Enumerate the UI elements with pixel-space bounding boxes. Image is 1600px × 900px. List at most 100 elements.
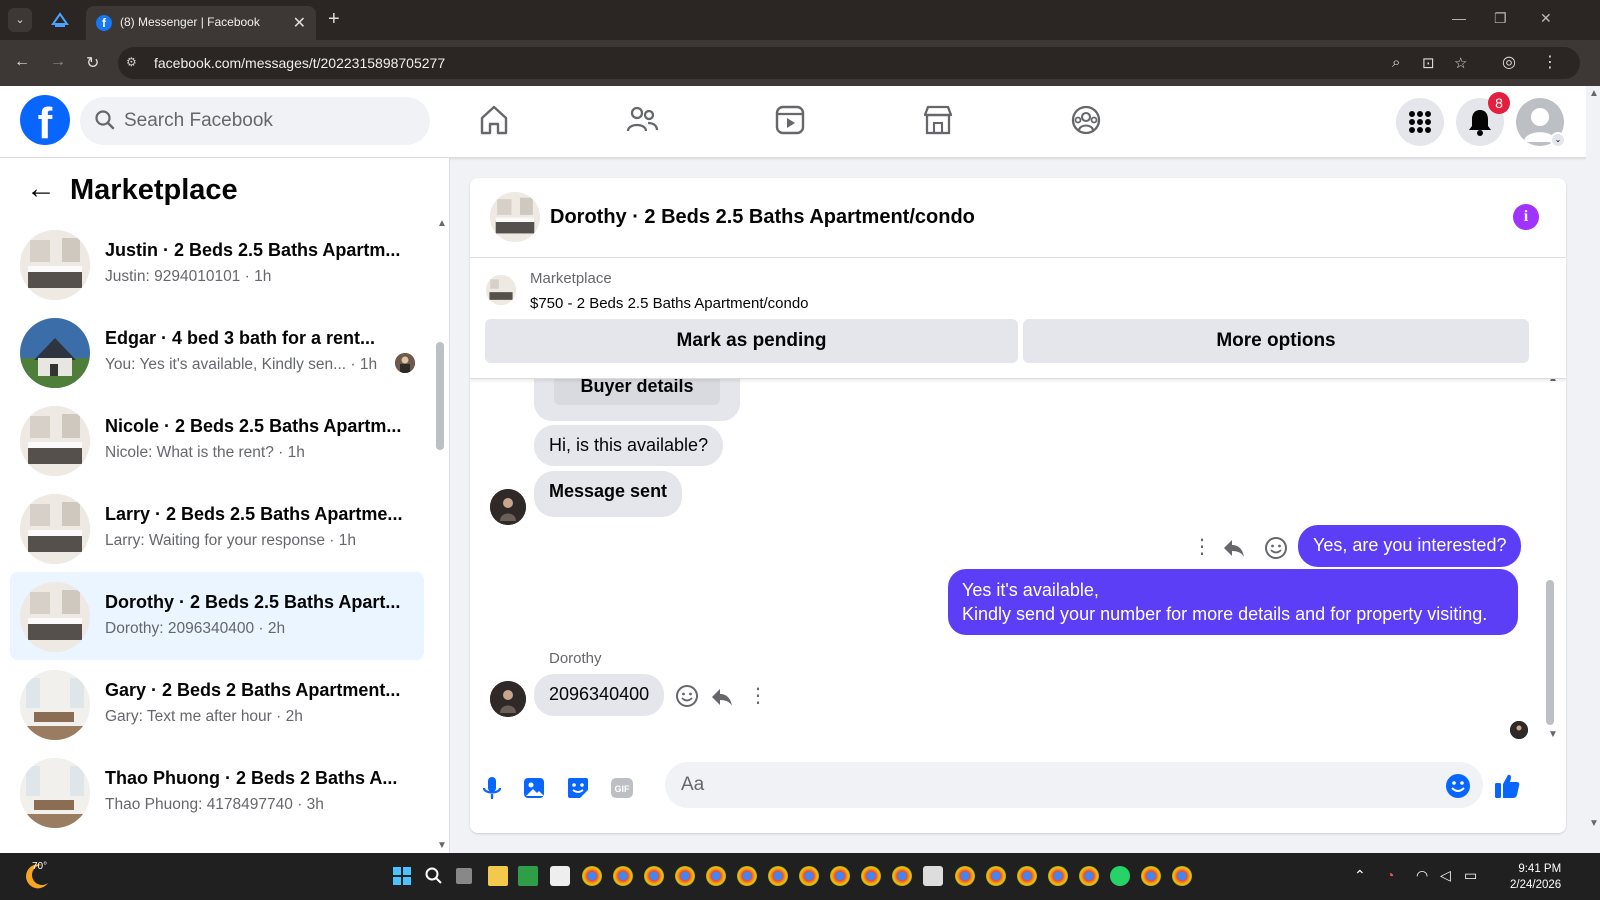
buyer-details-button[interactable]: Buyer details	[554, 379, 720, 405]
tab-list-button[interactable]: ⌄	[8, 8, 32, 32]
chrome-icon[interactable]	[861, 866, 881, 886]
chat-listing-avatar[interactable]	[490, 192, 540, 242]
chrome-icon[interactable]	[799, 866, 819, 886]
facebook-logo-icon[interactable]: f	[20, 95, 70, 145]
groups-icon[interactable]	[1068, 102, 1104, 138]
chrome-icon[interactable]	[737, 866, 757, 886]
message-input[interactable]	[665, 762, 1483, 808]
tray-overflow-icon[interactable]: ⌃	[1354, 867, 1366, 884]
incoming-message[interactable]: Hi, is this available?	[534, 425, 724, 466]
microphone-icon[interactable]	[478, 774, 506, 802]
mark-as-pending-button[interactable]: Mark as pending	[485, 319, 1018, 363]
tab-close-icon[interactable]: ✕	[293, 13, 306, 33]
reply-icon[interactable]	[710, 686, 734, 708]
forward-button[interactable]: →	[50, 53, 66, 71]
sender-avatar[interactable]	[490, 489, 526, 525]
listing-title[interactable]: $750 - 2 Beds 2.5 Baths Apartment/condo	[530, 295, 809, 312]
file-explorer-icon[interactable]	[488, 866, 508, 886]
workspaces-icon[interactable]	[50, 10, 70, 30]
browser-menu-icon[interactable]: ⋮	[1542, 52, 1558, 72]
more-options-button[interactable]: More options	[1023, 319, 1529, 363]
list-scrollbar-thumb[interactable]	[436, 342, 444, 450]
outgoing-message[interactable]: Yes it's available, Kindly send your num…	[948, 569, 1518, 635]
minimize-button[interactable]: —	[1452, 10, 1466, 26]
chrome-icon[interactable]	[1079, 866, 1099, 886]
chrome-icon[interactable]	[582, 866, 602, 886]
taskbar-search-icon[interactable]	[424, 866, 444, 886]
chrome-icon[interactable]	[644, 866, 664, 886]
volume-icon[interactable]: ◁	[1440, 867, 1451, 884]
thumbs-up-icon[interactable]	[1492, 771, 1522, 801]
search-box[interactable]	[80, 97, 430, 145]
close-window-button[interactable]: ✕	[1540, 10, 1552, 27]
outgoing-message[interactable]: Yes, are you interested?	[1298, 525, 1522, 567]
bookmark-star-icon[interactable]: ☆	[1454, 54, 1467, 72]
more-actions-icon[interactable]: ⋮	[1192, 534, 1212, 559]
chrome-icon[interactable]	[986, 866, 1006, 886]
back-arrow-icon[interactable]: ←	[26, 172, 56, 206]
scroll-up-arrow-icon[interactable]: ▲	[437, 218, 447, 229]
install-app-icon[interactable]: ⊡	[1422, 54, 1435, 72]
incoming-message[interactable]: 2096340400	[534, 674, 665, 716]
page-scroll-up-icon[interactable]: ▲	[1589, 88, 1599, 99]
chrome-icon[interactable]	[675, 866, 695, 886]
new-tab-button[interactable]: +	[328, 8, 340, 31]
scroll-down-arrow-icon[interactable]: ▼	[1548, 729, 1558, 740]
page-scrollbar[interactable]: ▲ ▼	[1586, 86, 1600, 853]
listing-thumbnail[interactable]	[486, 275, 516, 305]
chrome-icon[interactable]	[1017, 866, 1037, 886]
more-actions-icon[interactable]: ⋮	[748, 683, 768, 708]
stocks-app-icon[interactable]	[518, 866, 538, 886]
conversation-item-justin[interactable]: Justin · 2 Beds 2.5 Baths Apartm... Just…	[10, 220, 424, 308]
battery-icon[interactable]: ▭	[1464, 867, 1477, 884]
conversation-item-nicole[interactable]: Nicole · 2 Beds 2.5 Baths Apartm... Nico…	[10, 396, 424, 484]
sender-avatar[interactable]	[490, 681, 526, 717]
react-emoji-icon[interactable]	[1264, 536, 1288, 560]
conversation-item-thao-phuong[interactable]: Thao Phuong · 2 Beds 2 Baths A... Thao P…	[10, 748, 424, 836]
chrome-icon[interactable]	[1172, 866, 1192, 886]
chrome-icon[interactable]	[830, 866, 850, 886]
menu-button[interactable]	[1396, 98, 1444, 146]
clock[interactable]: 9:41 PM 2/24/2026	[1510, 861, 1561, 893]
zoom-icon[interactable]: ⌕	[1392, 54, 1400, 71]
browser-tab[interactable]: f (8) Messenger | Facebook ✕	[86, 6, 316, 40]
wifi-icon[interactable]: ◠	[1416, 867, 1428, 884]
chat-title[interactable]: Dorothy · 2 Beds 2.5 Baths Apartment/con…	[550, 206, 975, 229]
chrome-icon[interactable]	[613, 866, 633, 886]
video-icon[interactable]	[772, 102, 808, 138]
tray-app-icon[interactable]: ◔	[1386, 867, 1394, 883]
reload-button[interactable]: ↻	[86, 53, 99, 73]
conversation-item-gary[interactable]: Gary · 2 Beds 2 Baths Apartment... Gary:…	[10, 660, 424, 748]
sticker-icon[interactable]	[564, 774, 592, 802]
conversation-item-edgar[interactable]: Edgar · 4 bed 3 bath for a rent... You: …	[10, 308, 424, 396]
conversation-item-dorothy[interactable]: Dorothy · 2 Beds 2.5 Baths Apart... Doro…	[10, 572, 424, 660]
info-icon[interactable]: i	[1513, 204, 1539, 230]
task-view-icon[interactable]	[456, 868, 472, 884]
chrome-icon[interactable]	[1048, 866, 1068, 886]
friends-icon[interactable]	[624, 102, 660, 138]
search-input[interactable]	[124, 109, 414, 133]
back-button[interactable]: ←	[14, 53, 30, 71]
reply-icon[interactable]	[1222, 537, 1246, 559]
marketplace-icon[interactable]	[920, 102, 956, 138]
chrome-icon[interactable]	[955, 866, 975, 886]
chrome-icon[interactable]	[1141, 866, 1161, 886]
account-chevron-icon[interactable]: ⌄	[1550, 132, 1566, 148]
whatsapp-icon[interactable]	[1110, 866, 1130, 886]
store-app-icon[interactable]	[550, 866, 570, 886]
chrome-icon[interactable]	[892, 866, 912, 886]
thread-scrollbar-thumb[interactable]	[1546, 580, 1554, 725]
notifications-button[interactable]: 8	[1456, 92, 1510, 146]
page-scroll-down-icon[interactable]: ▼	[1589, 818, 1599, 829]
incoming-message-status[interactable]: Message sent	[534, 471, 683, 517]
omnibox[interactable]: ⚙ facebook.com/messages/t/20223158987052…	[118, 47, 1580, 79]
react-emoji-icon[interactable]	[675, 684, 699, 708]
gif-icon[interactable]: GIF	[608, 774, 636, 802]
app-icon[interactable]	[923, 866, 943, 886]
conversation-item-larry[interactable]: Larry · 2 Beds 2.5 Baths Apartme... Larr…	[10, 484, 424, 572]
windows-start-icon[interactable]	[392, 866, 412, 886]
scroll-up-arrow-icon[interactable]: ▲	[1548, 379, 1558, 384]
profile-icon[interactable]: ◎	[1502, 52, 1516, 72]
site-info-icon[interactable]: ⚙	[126, 55, 142, 71]
chrome-icon[interactable]	[768, 866, 788, 886]
